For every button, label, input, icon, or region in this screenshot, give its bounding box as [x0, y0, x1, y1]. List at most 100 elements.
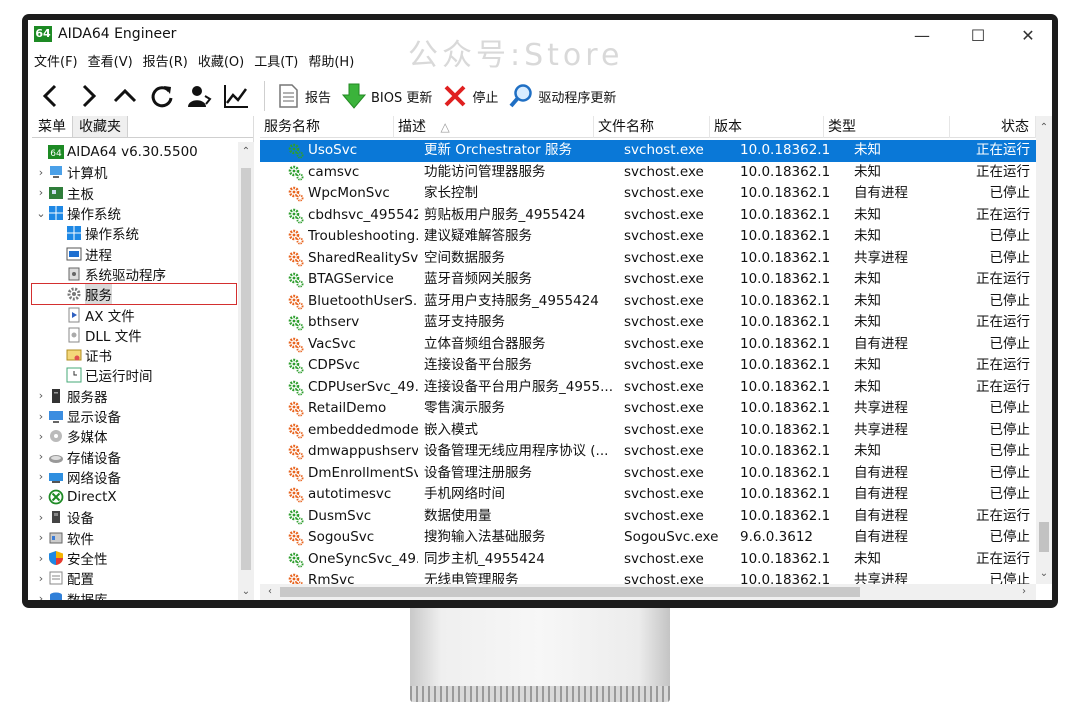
up-button[interactable] [106, 78, 143, 114]
expand-chevron-icon[interactable]: › [34, 186, 48, 199]
tree-item[interactable]: › DirectX [32, 487, 236, 507]
tree-item[interactable]: 系统驱动程序 [32, 264, 236, 284]
collapse-chevron-icon[interactable]: ⌄ [34, 207, 48, 220]
table-hscroll-thumb[interactable] [280, 587, 860, 597]
table-scroll-right-icon[interactable]: › [1016, 584, 1032, 600]
tab-menu[interactable]: 菜单 [32, 116, 72, 137]
tab-favorites[interactable]: 收藏夹 [72, 116, 128, 137]
tree-item-label: 已运行时间 [85, 369, 153, 386]
table-scroll-left-icon[interactable]: ‹ [262, 584, 278, 600]
table-horizontal-scrollbar[interactable]: ‹ › [260, 584, 1036, 600]
table-row[interactable]: dmwappushserv... 设备管理无线应用程序协议 (... svchost… [260, 441, 1036, 463]
tree-scroll-thumb[interactable] [241, 168, 251, 570]
tree-item[interactable]: › 软件 [32, 528, 236, 548]
close-button[interactable]: ✕ [1006, 24, 1050, 48]
table-row[interactable]: CDPUserSvc_49... 连接设备平台用户服务_4955... svchos… [260, 377, 1036, 399]
tree-item[interactable]: › 存储设备 [32, 446, 236, 467]
tree-item[interactable]: AX 文件 [32, 304, 236, 325]
expand-chevron-icon[interactable]: › [34, 511, 48, 524]
table-row[interactable]: DusmSvc 数据使用量 svchost.exe 10.0.18362.1 自有进程正… [260, 506, 1036, 528]
tree-item[interactable]: › 多媒体 [32, 426, 236, 447]
menu-help[interactable]: 帮助(H) [302, 52, 358, 74]
tree-item[interactable]: › 计算机 [32, 162, 236, 183]
expand-chevron-icon[interactable]: › [34, 450, 48, 463]
tree-item[interactable]: 证书 [32, 345, 236, 365]
expand-chevron-icon[interactable]: › [34, 389, 48, 402]
refresh-button[interactable] [143, 78, 180, 114]
table-row[interactable]: camsvc 功能访问管理器服务 svchost.exe 10.0.18362.1 未知… [260, 162, 1036, 184]
tree-item[interactable]: › 设备 [32, 507, 236, 528]
table-vertical-scrollbar[interactable]: ⌃ ⌄ [1036, 116, 1052, 584]
column-description[interactable]: 描述 △ [394, 116, 594, 138]
expand-chevron-icon[interactable]: › [34, 552, 48, 565]
table-row[interactable]: BTAGService 蓝牙音频网关服务 svchost.exe 10.0.18362… [260, 269, 1036, 291]
table-row[interactable]: embeddedmode 嵌入模式 svchost.exe 10.0.18362.1 共… [260, 420, 1036, 442]
expand-chevron-icon[interactable]: › [34, 491, 48, 504]
tree-scrollbar[interactable]: ⌃ ⌄ [238, 142, 254, 600]
menu-report[interactable]: 报告(R) [137, 52, 192, 74]
tree-item[interactable]: › 安全性 [32, 548, 236, 568]
expand-chevron-icon[interactable]: › [34, 592, 48, 600]
table-row[interactable]: SogouSvc 搜狗输入法基础服务 SogouSvc.exe 9.6.0.3612 自… [260, 527, 1036, 549]
bios-update-button[interactable]: BIOS 更新 [341, 83, 432, 109]
back-button[interactable] [32, 78, 69, 114]
tree-item[interactable]: 服务 [31, 283, 237, 306]
tree-item[interactable]: › 网络设备 [32, 467, 236, 487]
expand-chevron-icon[interactable]: › [34, 572, 48, 585]
tree-item[interactable]: DLL 文件 [32, 325, 236, 345]
scroll-down-arrow-icon[interactable]: ⌄ [238, 584, 254, 600]
column-file-name[interactable]: 文件名称 [594, 116, 710, 138]
chart-button[interactable] [217, 78, 254, 114]
table-row[interactable]: BluetoothUserS... 蓝牙用户支持服务_4955424 svchost… [260, 291, 1036, 313]
table-scroll-thumb[interactable] [1039, 522, 1049, 552]
column-type[interactable]: 类型 [824, 116, 950, 138]
cell-file-name: svchost.exe [624, 206, 704, 223]
table-row[interactable]: VacSvc 立体音频组合器服务 svchost.exe 10.0.18362.1 自有… [260, 334, 1036, 356]
column-service-name[interactable]: 服务名称 [260, 116, 394, 138]
menu-tools[interactable]: 工具(T) [248, 52, 302, 74]
tree-item[interactable]: ⌄ 操作系统 [32, 203, 236, 223]
table-row[interactable]: OneSyncSvc_49... 同步主机_4955424 svchost.exe 1… [260, 549, 1036, 571]
table-scroll-up-icon[interactable]: ⌃ [1036, 120, 1052, 136]
expand-chevron-icon[interactable]: › [34, 166, 48, 179]
expand-chevron-icon[interactable]: › [34, 430, 48, 443]
tree-item[interactable]: › 主板 [32, 183, 236, 203]
tree-item[interactable]: 进程 [32, 243, 236, 264]
scroll-up-arrow-icon[interactable]: ⌃ [238, 144, 254, 160]
table-row[interactable]: CDPSvc 连接设备平台服务 svchost.exe 10.0.18362.1 未知正… [260, 355, 1036, 377]
expand-chevron-icon[interactable]: › [34, 470, 48, 483]
table-row[interactable]: RetailDemo 零售演示服务 svchost.exe 10.0.18362.1 共… [260, 398, 1036, 420]
menu-view[interactable]: 查看(V) [82, 52, 137, 74]
tree-item[interactable]: › 显示设备 [32, 406, 236, 427]
tree-item[interactable]: 64 AIDA64 v6.30.5500 [32, 142, 236, 162]
table-row[interactable]: DmEnrollmentSvc 设备管理注册服务 svchost.exe 10.0.1… [260, 463, 1036, 485]
menu-favorites[interactable]: 收藏(O) [192, 52, 248, 74]
report-button[interactable]: 报告 [275, 83, 331, 109]
cell-file-name: svchost.exe [624, 249, 704, 266]
table-row[interactable]: Troubleshooting... 建议疑难解答服务 svchost.exe 10.… [260, 226, 1036, 248]
user-button[interactable] [180, 78, 217, 114]
tree-item[interactable]: 已运行时间 [32, 365, 236, 385]
column-version[interactable]: 版本 [710, 116, 824, 138]
table-row[interactable]: cbdhsvc_4955424 剪贴板用户服务_4955424 svchost.ex… [260, 205, 1036, 227]
table-row[interactable]: UsoSvc 更新 Orchestrator 服务 svchost.exe 10.0.… [260, 140, 1036, 162]
forward-button[interactable] [69, 78, 106, 114]
expand-chevron-icon[interactable]: › [34, 531, 48, 544]
expand-chevron-icon[interactable]: › [34, 410, 48, 423]
stop-button[interactable]: 停止 [442, 83, 498, 109]
tree-item[interactable]: › 服务器 [32, 386, 236, 406]
tree-item-label: AIDA64 v6.30.5500 [67, 144, 198, 161]
table-row[interactable]: WpcMonSvc 家长控制 svchost.exe 10.0.18362.1 自有进程… [260, 183, 1036, 205]
minimize-button[interactable]: — [900, 24, 944, 48]
tree-item[interactable]: 操作系统 [32, 223, 236, 243]
table-scroll-down-icon[interactable]: ⌄ [1036, 566, 1052, 582]
tree-item[interactable]: › 数据库 [32, 589, 236, 600]
table-row[interactable]: bthserv 蓝牙支持服务 svchost.exe 10.0.18362.1 未知 正在… [260, 312, 1036, 334]
menu-file[interactable]: 文件(F) [28, 52, 82, 74]
driver-update-button[interactable]: 驱动程序更新 [508, 83, 616, 109]
table-row[interactable]: autotimesvc 手机网络时间 svchost.exe 10.0.18362.1… [260, 484, 1036, 506]
column-status[interactable]: 状态 [950, 116, 1036, 138]
tree-item[interactable]: › 配置 [32, 568, 236, 588]
maximize-button[interactable]: ☐ [956, 24, 1000, 48]
table-row[interactable]: SharedRealitySvc 空间数据服务 svchost.exe 10.0.18… [260, 248, 1036, 270]
